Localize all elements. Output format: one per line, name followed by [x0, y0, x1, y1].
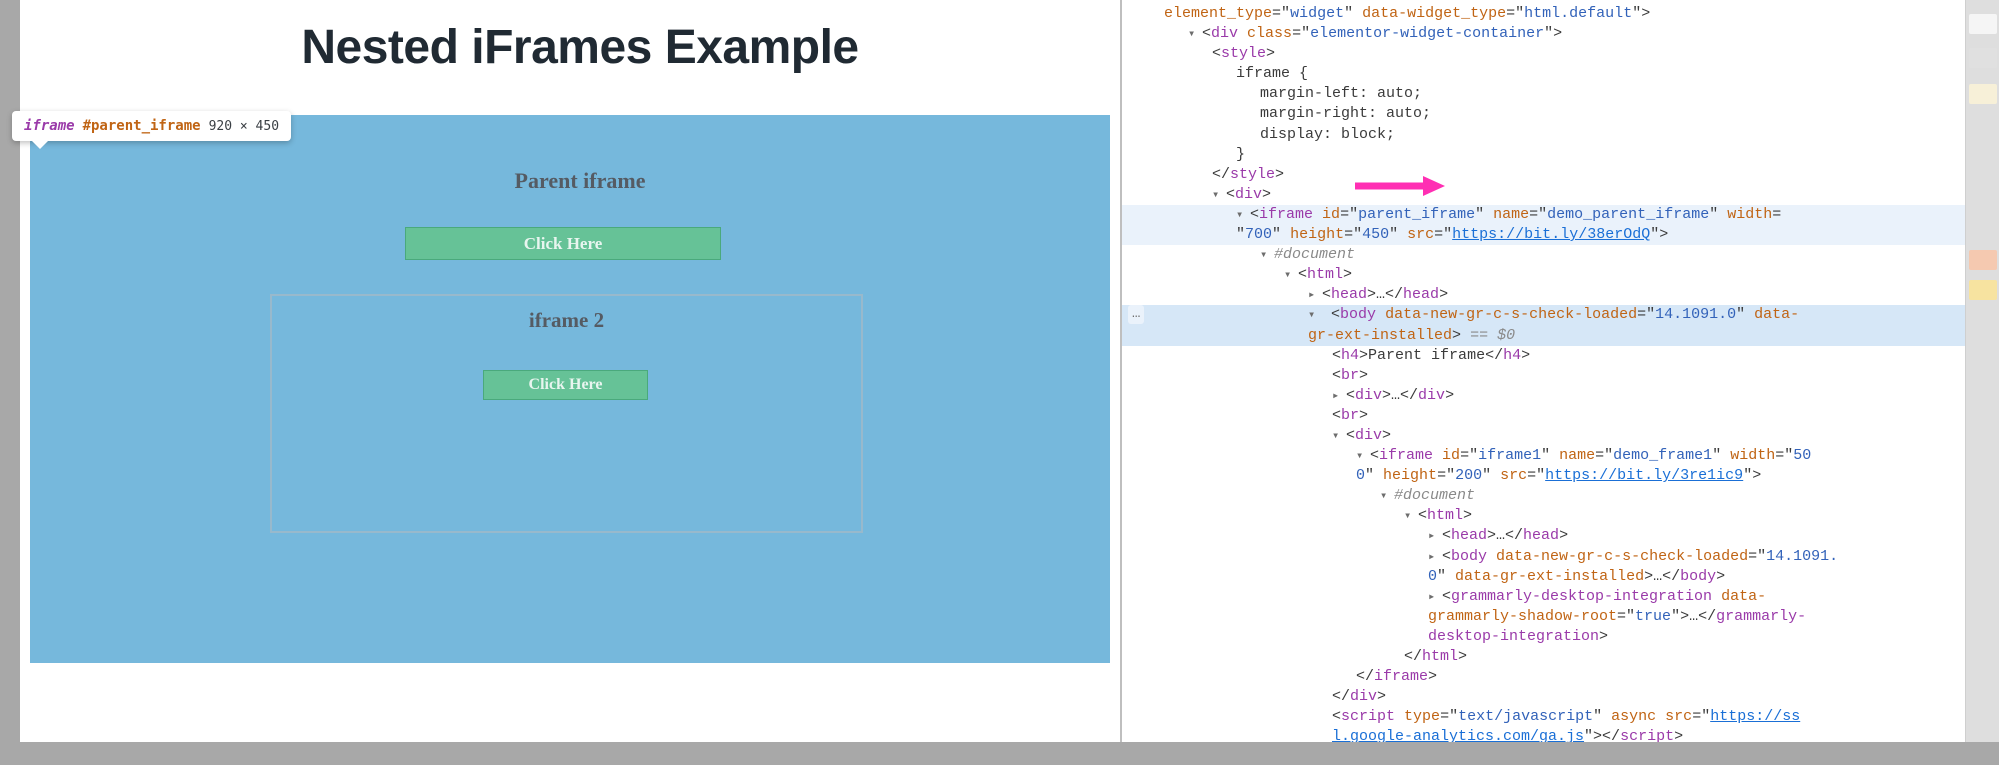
dom-tree[interactable]: element_type="widget" data-widget_type="…: [1122, 0, 1999, 742]
dom-line[interactable]: <style>: [1122, 44, 1999, 64]
dom-line[interactable]: <div class="elementor-widget-container">: [1122, 24, 1999, 44]
dom-line[interactable]: gr-ext-installed> == $0: [1122, 326, 1999, 346]
dom-line: }: [1122, 145, 1999, 165]
parent-iframe-button[interactable]: Click Here: [405, 227, 721, 260]
dom-line[interactable]: <head>…</head>: [1122, 526, 1999, 546]
child-iframe-button[interactable]: Click Here: [483, 370, 648, 400]
dom-line[interactable]: desktop-integration>: [1122, 627, 1999, 647]
gutter-chip: [1969, 14, 1997, 34]
tooltip-tag: iframe: [24, 118, 75, 134]
dom-line[interactable]: <html>: [1122, 265, 1999, 285]
element-inspect-tooltip: iframe #parent_iframe 920 × 450: [12, 111, 291, 141]
dom-line: iframe {: [1122, 64, 1999, 84]
dom-line: margin-right: auto;: [1122, 104, 1999, 124]
dom-line[interactable]: <iframe id="iframe1" name="demo_frame1" …: [1122, 446, 1999, 466]
ellipsis-badge: …: [1128, 305, 1144, 324]
dom-line[interactable]: #document: [1122, 245, 1999, 265]
dom-line[interactable]: <div>: [1122, 185, 1999, 205]
dom-line[interactable]: grammarly-shadow-root="true">…</grammarl…: [1122, 607, 1999, 627]
parent-iframe-heading: Parent iframe: [20, 168, 1140, 194]
dom-line[interactable]: <br>: [1122, 366, 1999, 386]
tooltip-dimensions: 920 × 450: [209, 119, 279, 134]
dom-line[interactable]: <grammarly-desktop-integration data-: [1122, 587, 1999, 607]
dom-line[interactable]: <h4>Parent iframe</h4>: [1122, 346, 1999, 366]
dom-line[interactable]: <div>: [1122, 426, 1999, 446]
page-title: Nested iFrames Example: [20, 20, 1140, 75]
dom-line[interactable]: </html>: [1122, 647, 1999, 667]
dom-line[interactable]: <html>: [1122, 506, 1999, 526]
dom-line[interactable]: <script type="text/javascript" async src…: [1122, 707, 1999, 727]
dom-line-body-selected[interactable]: … <body data-new-gr-c-s-check-loaded="14…: [1122, 305, 1999, 325]
gutter-chip: [1969, 84, 1997, 104]
dom-line[interactable]: l.google-analytics.com/ga.js"></script>: [1122, 727, 1999, 742]
devtools-elements-panel[interactable]: element_type="widget" data-widget_type="…: [1120, 0, 1999, 742]
dom-line[interactable]: </div>: [1122, 687, 1999, 707]
dom-line[interactable]: "700" height="450" src="https://bit.ly/3…: [1122, 225, 1999, 245]
dom-line[interactable]: #document: [1122, 486, 1999, 506]
gutter-chip: [1969, 250, 1997, 270]
dom-line: display: block;: [1122, 125, 1999, 145]
dom-line[interactable]: <div>…</div>: [1122, 386, 1999, 406]
gutter-chip: [1969, 48, 1997, 68]
dom-line[interactable]: <body data-new-gr-c-s-check-loaded="14.1…: [1122, 547, 1999, 567]
dom-line[interactable]: </style>: [1122, 165, 1999, 185]
dom-line-selected-iframe[interactable]: <iframe id="parent_iframe" name="demo_pa…: [1122, 205, 1999, 225]
dom-line[interactable]: </iframe>: [1122, 667, 1999, 687]
dom-line[interactable]: <br>: [1122, 406, 1999, 426]
dom-line: margin-left: auto;: [1122, 84, 1999, 104]
dom-line[interactable]: 0" data-gr-ext-installed>…</body>: [1122, 567, 1999, 587]
devtools-gutter: [1965, 0, 1999, 742]
tooltip-id: #parent_iframe: [83, 118, 201, 134]
dom-line[interactable]: 0" height="200" src="https://bit.ly/3re1…: [1122, 466, 1999, 486]
gutter-chip: [1969, 280, 1997, 300]
dom-line[interactable]: element_type="widget" data-widget_type="…: [1122, 4, 1999, 24]
dom-line[interactable]: <head>…</head>: [1122, 285, 1999, 305]
child-iframe-heading: iframe 2: [270, 308, 863, 333]
